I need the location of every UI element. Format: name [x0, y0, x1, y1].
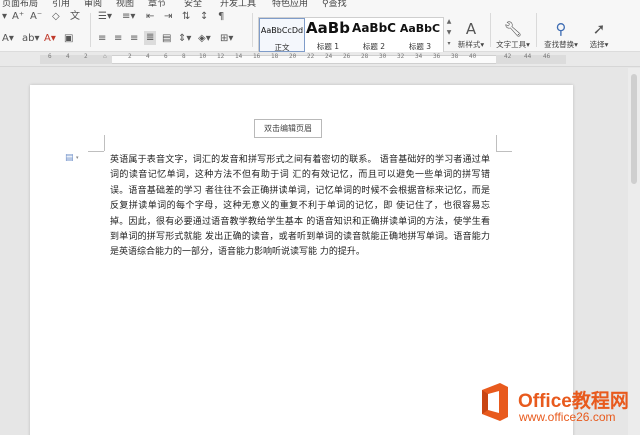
- show-marks-icon[interactable]: ¶: [218, 11, 224, 23]
- decrease-indent-icon[interactable]: ⇤: [146, 11, 154, 23]
- bullet-list-icon[interactable]: ☰▾: [98, 11, 112, 23]
- crop-mark: [496, 135, 497, 151]
- ruler-number: 6: [164, 53, 168, 60]
- ruler-number: 8: [182, 53, 186, 60]
- distributed-icon[interactable]: ▤: [162, 33, 171, 45]
- menu-bar: 页面布局 引用 审阅 视图 章节 安全 开发工具 特色应用 ⚲查找: [0, 0, 640, 9]
- shading-icon[interactable]: ◈▾: [198, 33, 211, 45]
- style-heading-3[interactable]: AaBbC 标题 3: [397, 18, 443, 52]
- menu-developer-tools[interactable]: 开发工具: [220, 0, 256, 9]
- ribbon-separator: [252, 13, 253, 47]
- ruler-number: 14: [235, 53, 243, 60]
- highlight-icon[interactable]: ab▾: [22, 33, 40, 45]
- search-icon: ⚲: [322, 0, 329, 9]
- new-style-icon: A: [465, 20, 477, 38]
- ruler-number: 20: [289, 53, 297, 60]
- numbered-list-icon[interactable]: ≡▾: [122, 11, 135, 23]
- ruler-number: 16: [253, 53, 261, 60]
- shrink-font-icon[interactable]: A⁻: [30, 11, 42, 23]
- select-button[interactable]: ➚ 选择▾: [584, 19, 614, 53]
- justify-icon[interactable]: ≣: [144, 31, 157, 45]
- ruler-number: 4: [146, 53, 150, 60]
- ruler-number: 32: [397, 53, 405, 60]
- style-heading-2[interactable]: AaBbC 标题 2: [351, 18, 397, 52]
- ruler-number: 30: [379, 53, 387, 60]
- paragraph-handle-icon[interactable]: ▤: [65, 153, 74, 163]
- indent-marker-icon[interactable]: ⌂: [103, 53, 107, 60]
- menu-security[interactable]: 安全: [184, 0, 202, 9]
- menu-special-apps[interactable]: 特色应用: [272, 0, 308, 9]
- text-tools-button[interactable]: 🔧︎ 文字工具▾: [493, 19, 533, 53]
- scrollbar-thumb[interactable]: [631, 74, 637, 184]
- grow-font-icon[interactable]: A⁺: [12, 11, 24, 23]
- chinese-layout-icon[interactable]: ⇅: [182, 11, 190, 23]
- menu-page-layout[interactable]: 页面布局: [2, 0, 38, 9]
- gallery-scroll-up-icon[interactable]: ▲: [445, 18, 453, 25]
- style-normal[interactable]: AaBbCcDd 正文: [259, 18, 305, 52]
- vertical-scrollbar[interactable]: [628, 68, 640, 435]
- crop-mark: [496, 151, 512, 152]
- ribbon-separator: [536, 13, 537, 47]
- ruler-number: 6: [48, 53, 52, 60]
- line-spacing-icon[interactable]: ⇕▾: [178, 33, 191, 45]
- ruler-number: 40: [469, 53, 477, 60]
- ruler-number: 10: [199, 53, 207, 60]
- ribbon-toolbar: ▾ A⁺ A⁻ ◇ 文 A▾ ab▾ A▾ ▣ ☰▾ ≡▾ ⇤ ⇥ ⇅ ↕ ¶ …: [0, 9, 640, 53]
- ruler-number: 24: [325, 53, 333, 60]
- font-size-dropdown[interactable]: ▾: [2, 11, 7, 23]
- ruler-number: 2: [128, 53, 132, 60]
- ruler-number: 12: [217, 53, 225, 60]
- sort-icon[interactable]: ↕: [200, 11, 208, 23]
- gallery-expand-icon[interactable]: ▾: [445, 40, 453, 47]
- document-body-text[interactable]: 英语属于表音文字，词汇的发音和拼写形式之间有着密切的联系。 语音基础好的学习者通…: [110, 153, 490, 261]
- ribbon-separator: [90, 13, 91, 47]
- cursor-arrow-icon: ➚: [592, 20, 606, 38]
- menu-view[interactable]: 视图: [116, 0, 134, 9]
- ruler-number: 4: [66, 53, 70, 60]
- phonetic-guide-icon[interactable]: 文: [70, 11, 80, 23]
- find-replace-button[interactable]: ⚲ 查找替换▾: [541, 19, 581, 53]
- font-effect-icon[interactable]: A▾: [2, 33, 14, 45]
- ruler-number: 34: [415, 53, 423, 60]
- menu-section[interactable]: 章节: [148, 0, 166, 9]
- magnifier-icon: ⚲: [555, 20, 567, 38]
- gallery-scroll-down-icon[interactable]: ▼: [445, 29, 453, 36]
- menu-references[interactable]: 引用: [52, 0, 70, 9]
- ribbon-separator: [490, 13, 491, 47]
- horizontal-ruler[interactable]: 6 4 2 ⌂ 2 4 6 8 10 12 14 16 18 20 22 24 …: [0, 52, 640, 67]
- new-style-button[interactable]: A 新样式▾: [454, 19, 488, 53]
- menu-search[interactable]: ⚲查找: [322, 0, 347, 9]
- ruler-number: 26: [343, 53, 351, 60]
- ruler-number: 18: [271, 53, 279, 60]
- ruler-number: 22: [307, 53, 315, 60]
- font-color-icon[interactable]: A▾: [44, 33, 56, 45]
- char-shading-icon[interactable]: ▣: [64, 33, 73, 45]
- ruler-number: 42: [504, 53, 512, 60]
- wrench-icon: 🔧︎: [503, 20, 523, 38]
- paragraph-handle-dropdown-icon[interactable]: ▾: [76, 155, 79, 161]
- ruler-number: 28: [361, 53, 369, 60]
- office-logo-icon: [482, 383, 508, 421]
- watermark-title: Office教程网: [518, 391, 629, 412]
- watermark-url: www.office26.com: [519, 410, 616, 424]
- menu-review[interactable]: 审阅: [84, 0, 102, 9]
- ruler-number: 38: [451, 53, 459, 60]
- edit-header-button[interactable]: 双击编辑页眉: [254, 119, 322, 138]
- align-left-icon[interactable]: ≡: [98, 33, 106, 45]
- ruler-number: 44: [524, 53, 532, 60]
- align-center-icon[interactable]: ≡: [114, 33, 122, 45]
- ruler-number: 46: [543, 53, 551, 60]
- increase-indent-icon[interactable]: ⇥: [164, 11, 172, 23]
- crop-mark: [104, 135, 105, 151]
- ruler-number: 2: [84, 53, 88, 60]
- borders-icon[interactable]: ⊞▾: [220, 33, 233, 45]
- align-right-icon[interactable]: ≡: [130, 33, 138, 45]
- style-gallery: AaBbCcDd 正文 AaBb 标题 1 AaBbC 标题 2 AaBbC 标…: [258, 17, 444, 53]
- ruler-number: 36: [433, 53, 441, 60]
- crop-mark: [88, 151, 104, 152]
- style-heading-1[interactable]: AaBb 标题 1: [305, 18, 351, 52]
- clear-format-icon[interactable]: ◇: [52, 11, 60, 23]
